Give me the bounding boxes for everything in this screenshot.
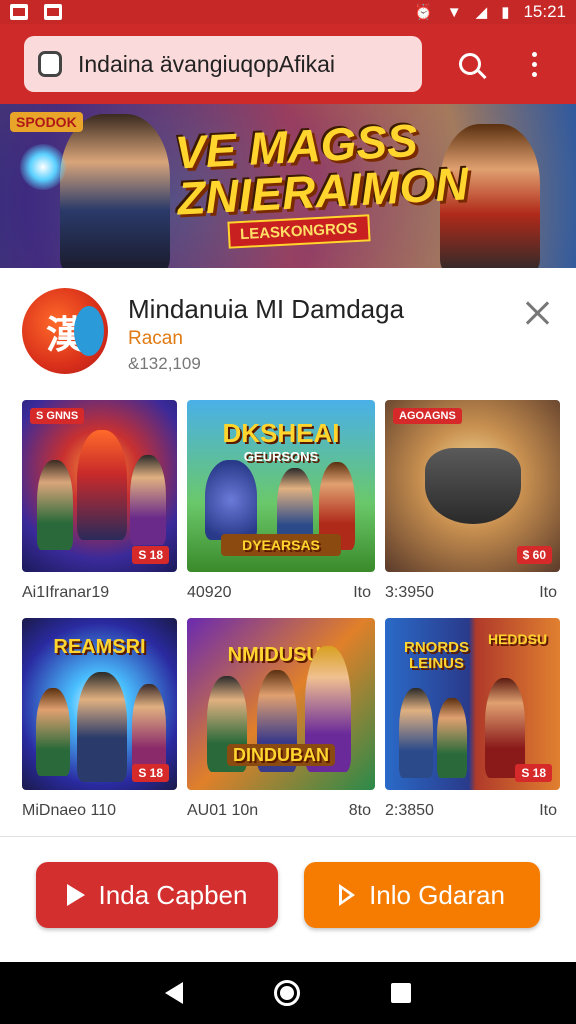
tile-caption: AU01 10n 8to	[187, 802, 371, 819]
divider	[0, 836, 576, 837]
app-name: Mindanuia MI Damdaga	[128, 294, 405, 324]
game-tile[interactable]: AGOAGNS $ 60	[385, 400, 560, 572]
home-icon[interactable]	[273, 980, 300, 1006]
tile-ribbon: DYEARSAS	[221, 534, 341, 556]
magic-orb-icon	[20, 144, 66, 190]
game-tile[interactable]: REAMSRI S 18	[22, 618, 177, 790]
price-badge: S 18	[132, 764, 169, 782]
tile-caption: 3:3950 Ito	[385, 584, 557, 601]
tile-ribbon: DINDUBAN	[227, 744, 335, 766]
tile-badge: S GNNS	[30, 408, 85, 424]
status-time: 15:21	[523, 2, 566, 21]
banner-title: VE MAGSS ZNIERAIMON	[174, 114, 470, 225]
tile-caption: 40920 Ito	[187, 584, 371, 601]
tile-caption: MiDnaeo 110	[22, 802, 116, 819]
more-button[interactable]	[514, 44, 554, 84]
status-bar: ⏰ ▼ ◢ ▮ 15:21	[0, 0, 576, 24]
game-tile[interactable]: NMIDUSUE DINDUBAN	[187, 618, 375, 790]
primary-action-button[interactable]: Inda Capben	[36, 862, 278, 928]
app-logo: 漢	[22, 288, 108, 374]
secondary-action-button[interactable]: Inlo Gdaran	[304, 862, 540, 928]
signal-icon: ◢	[475, 3, 488, 21]
app-developer[interactable]: Racan	[128, 328, 183, 350]
wifi-icon: ▼	[446, 3, 462, 21]
back-icon[interactable]	[165, 982, 184, 1004]
banner-tag: SPODOK	[10, 112, 83, 132]
tile-title: RNORDS LEINUS	[403, 639, 469, 672]
tile-title: DKSHEAI	[222, 418, 340, 448]
banner-hero-left	[60, 114, 170, 268]
alarm-icon: ⏰	[414, 3, 433, 21]
price-badge: S 18	[132, 546, 169, 564]
browser-toolbar: Indaina ävangiuqopAfikai	[0, 24, 576, 104]
battery-icon: ▮	[501, 3, 510, 21]
search-icon	[459, 53, 481, 75]
tile-badge: AGOAGNS	[393, 408, 462, 424]
play-outline-icon	[339, 884, 356, 906]
more-vert-icon	[531, 51, 537, 77]
url-text[interactable]: Indaina ävangiuqopAfikai	[78, 51, 335, 78]
tile-caption: Ai1Ifranar19	[22, 584, 110, 601]
app-meta: &132,109	[128, 354, 201, 373]
tile-subtitle: HEDDSU	[487, 631, 548, 647]
game-tile[interactable]: S GNNS S 18	[22, 400, 177, 572]
close-icon[interactable]	[522, 298, 552, 328]
recent-apps-icon[interactable]	[390, 983, 411, 1003]
price-badge: $ 60	[516, 546, 552, 564]
tile-caption: 2:3850 Ito	[385, 802, 557, 819]
promo-banner[interactable]: SPODOK VE MAGSS ZNIERAIMON LEASKONGROS	[0, 104, 576, 268]
game-tile[interactable]: DKSHEAI GEURSONS DYEARSAS	[187, 400, 375, 572]
play-icon	[66, 884, 85, 906]
notification-icon	[10, 4, 28, 20]
game-tile[interactable]: RNORDS LEINUS HEDDSU S 18	[385, 618, 560, 790]
system-nav-bar	[0, 962, 576, 1024]
app-card[interactable]: 漢 Mindanuia MI Damdaga Racan &132,109	[0, 268, 576, 384]
lock-icon	[38, 51, 62, 77]
image-icon	[44, 4, 62, 20]
search-button[interactable]	[450, 44, 490, 84]
tile-title: REAMSRI	[53, 636, 146, 658]
price-badge: S 18	[515, 764, 552, 782]
url-bar[interactable]: Indaina ävangiuqopAfikai	[24, 36, 422, 92]
